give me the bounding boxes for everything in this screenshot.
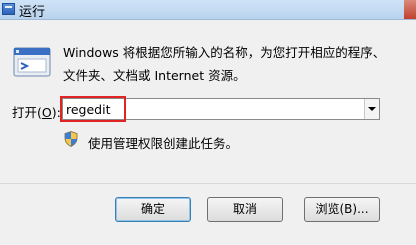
open-combobox[interactable] (62, 98, 380, 120)
run-program-icon (13, 47, 51, 77)
admin-note-text: 使用管理权限创建此任务。 (88, 136, 239, 151)
chevron-down-icon[interactable] (364, 99, 379, 119)
close-button[interactable] (404, 0, 416, 19)
open-label: 打开(O): (12, 102, 61, 121)
open-label-mnemonic: O (41, 105, 52, 120)
description-line-2: 文件夹、文档或 Internet 资源。 (63, 68, 246, 83)
cancel-button[interactable]: 取消 (207, 197, 283, 222)
footer-divider (0, 183, 416, 184)
open-input[interactable] (64, 99, 368, 119)
open-label-text: 打开 (12, 105, 38, 120)
run-icon (2, 3, 15, 15)
description-line-1: Windows 将根据您所输入的名称，为您打开相应的程序、 (63, 45, 386, 60)
dialog-description: Windows 将根据您所输入的名称，为您打开相应的程序、 文件夹、文档或 In… (63, 41, 403, 87)
ok-button[interactable]: 确定 (115, 197, 191, 222)
uac-shield-icon (64, 131, 78, 147)
open-label-close: ): (51, 105, 61, 120)
window-title: 运行 (19, 5, 46, 20)
browse-button[interactable]: 浏览(B)... (304, 197, 380, 222)
title-bar: 运行 (0, 0, 416, 20)
